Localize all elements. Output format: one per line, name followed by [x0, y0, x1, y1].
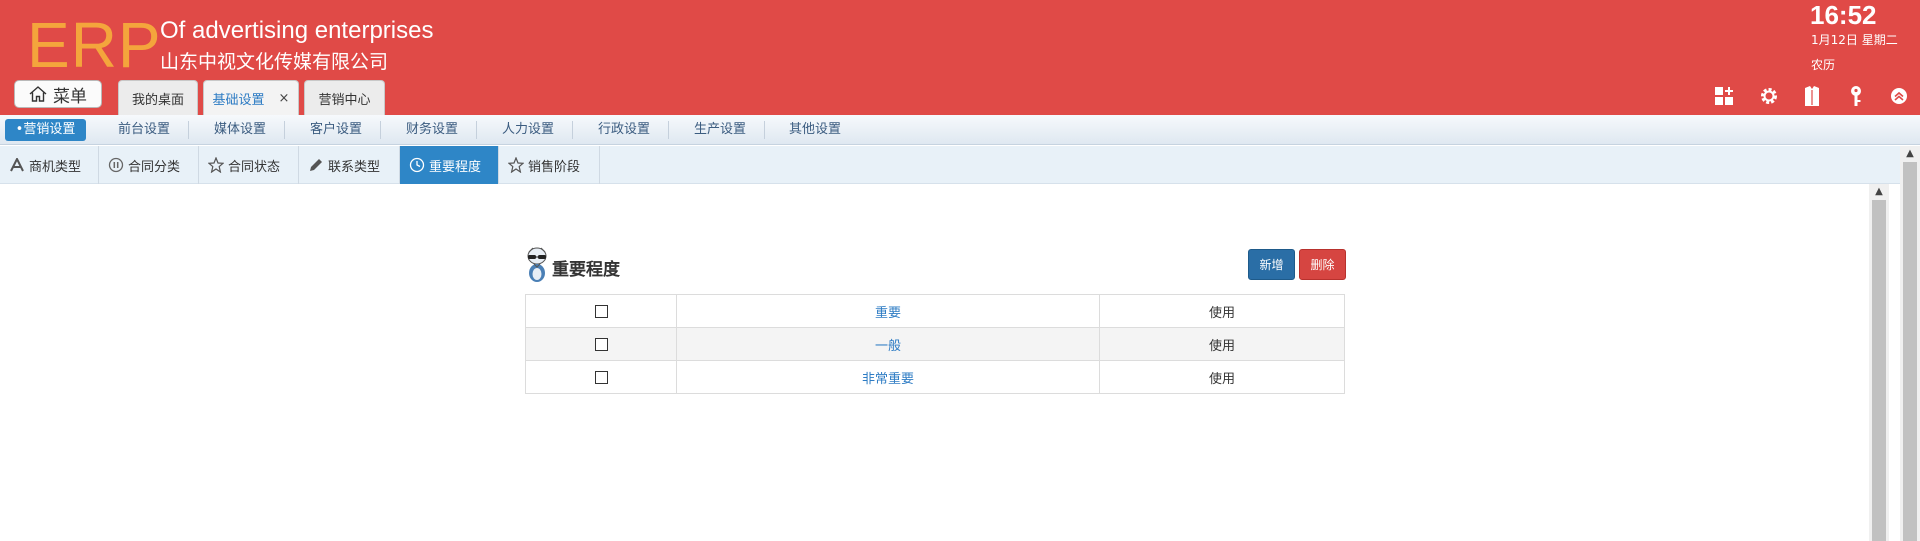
scroll-up-icon[interactable]: ▲ [1900, 146, 1920, 160]
tab-label: 商机类型 [29, 159, 82, 175]
key-icon[interactable] [1844, 84, 1868, 108]
erp-logo: ERP [27, 9, 162, 81]
tab-opportunity-type[interactable]: 商机类型 [0, 146, 99, 184]
app-tagline: Of advertising enterprises [160, 17, 434, 44]
checkbox-cell [525, 360, 677, 394]
row-checkbox[interactable] [594, 304, 608, 318]
subnav-item-marketing-settings[interactable]: •营销设置 [5, 119, 86, 141]
checkbox-cell [525, 327, 677, 361]
home-icon [29, 86, 47, 102]
add-button[interactable]: 新增 [1248, 249, 1295, 280]
tab-my-desktop[interactable]: 我的桌面 [118, 80, 198, 115]
close-icon[interactable]: × [279, 91, 290, 106]
subnav-item-hr-settings[interactable]: 人力设置 [491, 115, 565, 145]
clock-date: 1月12日 星期二 [1811, 33, 1898, 47]
scroll-thumb[interactable] [1903, 162, 1917, 541]
mascot-icon [524, 246, 550, 288]
inner-scrollbar[interactable]: ▲ [1869, 184, 1889, 541]
divider [572, 121, 573, 139]
panel-title: 重要程度 [552, 259, 620, 280]
tab-basic-settings[interactable]: 基础设置 × [203, 80, 299, 115]
delete-button[interactable]: 删除 [1299, 249, 1346, 280]
tab-label: 重要程度 [429, 159, 482, 175]
pause-circle-icon [108, 157, 124, 173]
importance-table: 重要 使用 一般 使用 非常重要 使用 [525, 294, 1345, 394]
name-cell[interactable]: 重要 [676, 294, 1100, 328]
clock-icon [409, 157, 425, 173]
table-row: 重要 使用 [525, 294, 1345, 328]
tab-label: 合同状态 [228, 159, 281, 175]
lunar-calendar-link[interactable]: 农历 [1811, 56, 1835, 74]
tab-label: 营销中心 [318, 92, 371, 108]
scroll-thumb[interactable] [1872, 200, 1886, 541]
divider [764, 121, 765, 139]
menu-label: 菜单 [53, 86, 87, 107]
gear-icon[interactable] [1757, 84, 1781, 108]
tab-contract-status[interactable]: 合同状态 [199, 146, 299, 184]
pencil-icon [308, 157, 324, 173]
font-a-icon [9, 157, 25, 173]
shirt-icon[interactable] [1800, 84, 1824, 108]
subnav-item-media-settings[interactable]: 媒体设置 [203, 115, 277, 145]
subnav-item-customer-settings[interactable]: 客户设置 [299, 115, 373, 145]
chevron-up-circle-icon[interactable] [1887, 84, 1911, 108]
scroll-up-icon[interactable]: ▲ [1869, 184, 1889, 198]
subnav-item-production-settings[interactable]: 生产设置 [683, 115, 757, 145]
table-row: 非常重要 使用 [525, 360, 1345, 394]
app-header: ERP Of advertising enterprises 山东中视文化传媒有… [0, 0, 1920, 115]
row-checkbox[interactable] [594, 370, 608, 384]
tab-label: 销售阶段 [528, 159, 581, 175]
marketing-tool-tabs: 商机类型 合同分类 合同状态 联系类型 重要程度 销售阶段 [0, 146, 1920, 184]
star-icon [508, 157, 524, 173]
grid-add-icon[interactable] [1712, 84, 1736, 108]
table-row: 一般 使用 [525, 327, 1345, 361]
divider [284, 121, 285, 139]
tab-label: 基础设置 [212, 92, 265, 108]
subnav-item-front-desk-settings[interactable]: 前台设置 [107, 115, 181, 145]
tab-marketing-center[interactable]: 营销中心 [304, 80, 385, 115]
tab-importance-level[interactable]: 重要程度 [400, 146, 499, 184]
panel-header: 重要程度 [524, 246, 620, 288]
tab-sales-stage[interactable]: 销售阶段 [499, 146, 600, 184]
divider [668, 121, 669, 139]
tab-contract-category[interactable]: 合同分类 [99, 146, 199, 184]
divider [188, 121, 189, 139]
settings-subnav: •营销设置 前台设置 媒体设置 客户设置 财务设置 人力设置 行政设置 生产设置… [0, 115, 1920, 145]
company-name: 山东中视文化传媒有限公司 [160, 51, 389, 73]
divider [380, 121, 381, 139]
row-checkbox[interactable] [594, 337, 608, 351]
tab-label: 我的桌面 [131, 92, 184, 108]
name-cell[interactable]: 一般 [676, 327, 1100, 361]
subnav-item-finance-settings[interactable]: 财务设置 [395, 115, 469, 145]
tab-label: 合同分类 [128, 159, 181, 175]
tab-label: 联系类型 [328, 159, 381, 175]
divider [476, 121, 477, 139]
outer-scrollbar[interactable]: ▲ [1900, 146, 1920, 541]
clock-time: 16:52 [1810, 0, 1877, 30]
subnav-item-other-settings[interactable]: 其他设置 [778, 115, 852, 145]
tab-contact-type[interactable]: 联系类型 [299, 146, 400, 184]
status-cell: 使用 [1099, 327, 1345, 361]
name-cell[interactable]: 非常重要 [676, 360, 1100, 394]
checkbox-cell [525, 294, 677, 328]
menu-button[interactable]: 菜单 [14, 80, 102, 108]
status-cell: 使用 [1099, 360, 1345, 394]
subnav-item-admin-settings[interactable]: 行政设置 [587, 115, 661, 145]
status-cell: 使用 [1099, 294, 1345, 328]
star-icon [208, 157, 224, 173]
